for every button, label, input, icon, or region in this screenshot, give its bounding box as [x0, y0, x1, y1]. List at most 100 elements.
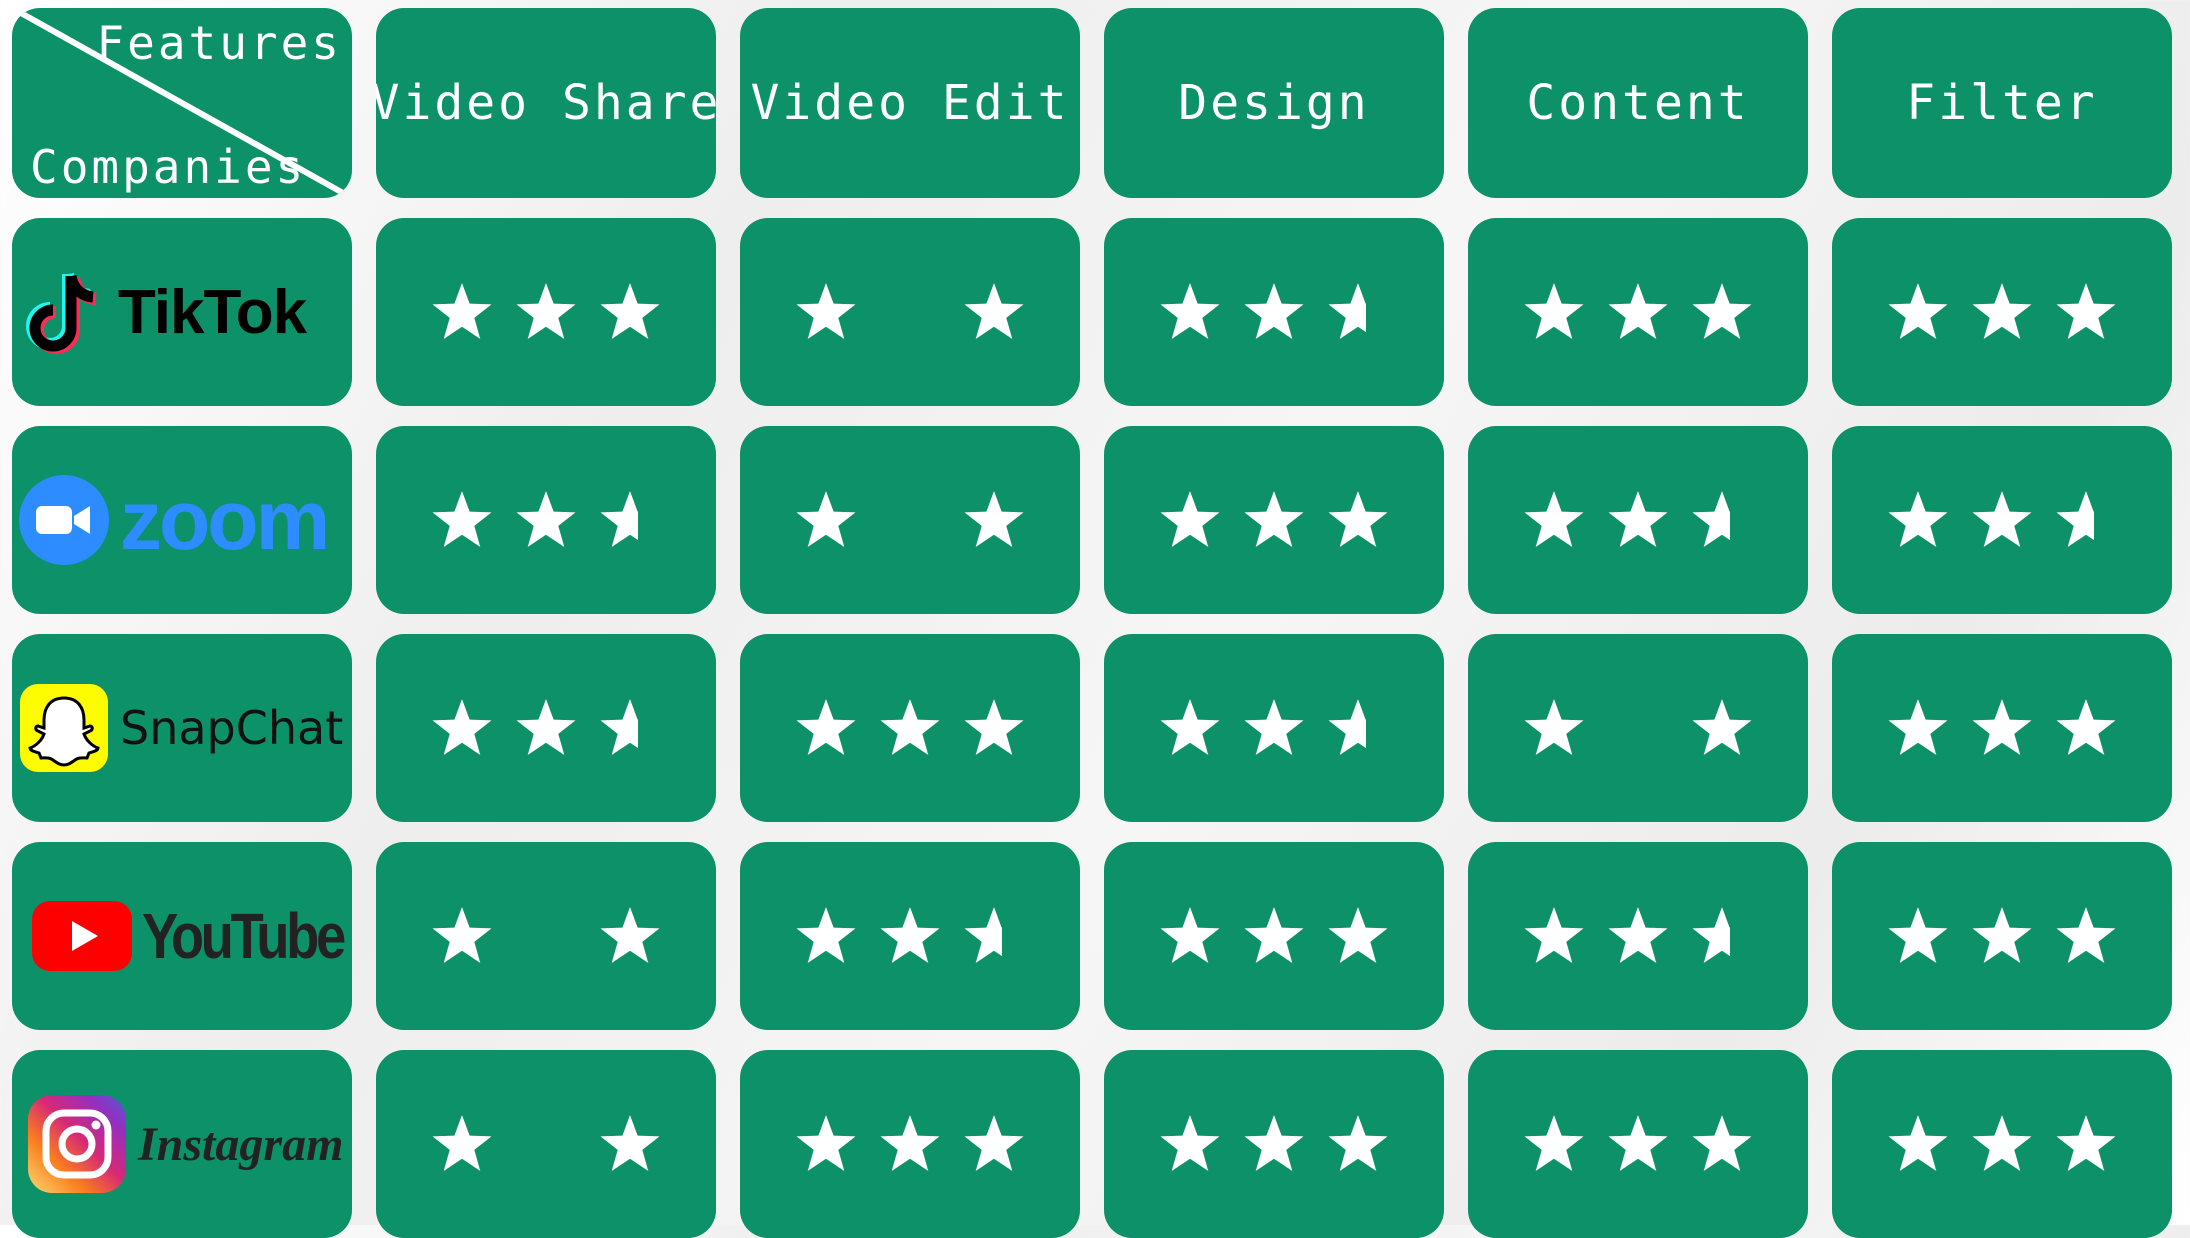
rating-cell [1104, 1050, 1444, 1238]
company-name: YouTube [142, 900, 346, 972]
star-rating [430, 696, 662, 760]
company-cell-tiktok: TikTok [12, 218, 352, 406]
star-rating [1886, 904, 2118, 968]
rating-cell [376, 634, 716, 822]
rating-cell [1468, 218, 1808, 406]
company-cell-snapchat: SnapChat [12, 634, 352, 822]
corner-companies-label: Companies [30, 140, 307, 194]
star-icon [964, 699, 1024, 755]
rating-cell [1832, 426, 2172, 614]
feature-label: Video Edit [750, 75, 1070, 131]
star-icon [2056, 699, 2116, 755]
star-rating [430, 1112, 662, 1176]
star-rating [794, 1112, 1026, 1176]
star-rating [1886, 1112, 2118, 1176]
star-icon [880, 907, 940, 963]
star-icon [1160, 283, 1220, 339]
youtube-logo-icon [32, 901, 132, 971]
star-icon [964, 491, 1024, 547]
star-icon [1972, 699, 2032, 755]
star-icon [1888, 1115, 1948, 1171]
half-star-icon [1692, 907, 1730, 963]
star-icon [1888, 907, 1948, 963]
rating-cell [1468, 1050, 1808, 1238]
snapchat-logo-icon [20, 684, 108, 772]
company-name: SnapChat [120, 701, 344, 755]
rating-cell [1832, 1050, 2172, 1238]
star-icon [1524, 283, 1584, 339]
star-icon [1160, 1115, 1220, 1171]
half-star-icon [1328, 283, 1366, 339]
star-rating [1158, 488, 1390, 552]
feature-label: Video Share [376, 75, 716, 131]
star-icon [796, 1115, 856, 1171]
star-icon [1888, 283, 1948, 339]
company-name: TikTok [118, 277, 307, 347]
star-icon [600, 283, 660, 339]
rating-cell [1468, 842, 1808, 1030]
star-rating [794, 904, 1026, 968]
star-icon [1328, 907, 1388, 963]
rating-cell [740, 1050, 1080, 1238]
star-icon [2056, 1115, 2116, 1171]
rating-cell [1104, 426, 1444, 614]
feature-comparison-grid: Features Companies Video Share Video Edi… [12, 8, 2172, 1238]
half-star-icon [1692, 491, 1730, 547]
star-icon [432, 699, 492, 755]
rating-cell [376, 426, 716, 614]
half-star-icon [1328, 699, 1366, 755]
rating-cell [376, 842, 716, 1030]
star-rating [1886, 696, 2118, 760]
star-icon [1524, 907, 1584, 963]
star-icon [516, 699, 576, 755]
star-icon [432, 491, 492, 547]
star-icon [1972, 491, 2032, 547]
star-icon [1328, 1115, 1388, 1171]
star-icon [1692, 1115, 1752, 1171]
half-star-icon [600, 699, 638, 755]
company-cell-zoom: zoom [12, 426, 352, 614]
header-content: Content [1468, 8, 1808, 198]
rating-cell [1468, 634, 1808, 822]
star-icon [1244, 491, 1304, 547]
star-rating [1158, 280, 1390, 344]
zoom-logo-icon [19, 475, 109, 565]
rating-cell [376, 1050, 716, 1238]
star-rating [1158, 904, 1390, 968]
feature-label: Design [1178, 75, 1370, 131]
star-icon [2056, 907, 2116, 963]
star-icon [964, 283, 1024, 339]
header-design: Design [1104, 8, 1444, 198]
rating-cell [1832, 842, 2172, 1030]
star-rating [1522, 696, 1754, 760]
rating-cell [740, 218, 1080, 406]
star-icon [796, 491, 856, 547]
star-icon [1972, 283, 2032, 339]
header-video-edit: Video Edit [740, 8, 1080, 198]
rating-cell [1468, 426, 1808, 614]
star-rating [1522, 280, 1754, 344]
star-icon [1524, 1115, 1584, 1171]
star-icon [432, 907, 492, 963]
star-icon [796, 283, 856, 339]
star-rating [1158, 696, 1390, 760]
star-rating [1158, 1112, 1390, 1176]
star-icon [1244, 699, 1304, 755]
star-rating [430, 904, 662, 968]
star-icon [1888, 491, 1948, 547]
star-icon [1524, 699, 1584, 755]
star-rating [1886, 488, 2118, 552]
star-icon [516, 491, 576, 547]
rating-cell [1832, 218, 2172, 406]
corner-features-label: Features [96, 16, 342, 70]
star-icon [1972, 1115, 2032, 1171]
half-star-icon [2056, 491, 2094, 547]
star-rating [1522, 488, 1754, 552]
star-icon [796, 907, 856, 963]
star-rating [794, 488, 1026, 552]
star-rating [1886, 280, 2118, 344]
rating-cell [1104, 842, 1444, 1030]
feature-label: Content [1526, 75, 1750, 131]
rating-cell [740, 634, 1080, 822]
tiktok-logo-icon [26, 272, 97, 354]
